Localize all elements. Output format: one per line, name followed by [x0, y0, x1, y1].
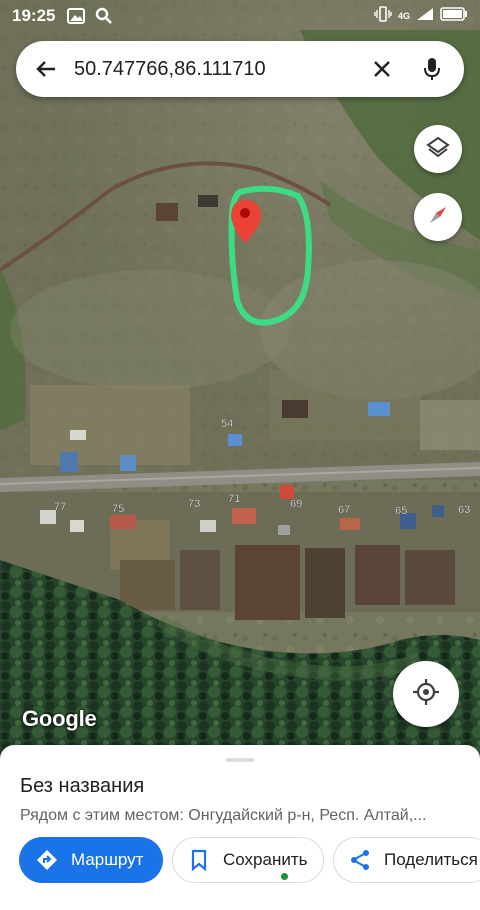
save-label: Сохранить [223, 850, 308, 869]
saved-indicator-dot [281, 873, 288, 880]
my-location-icon [412, 678, 440, 711]
sheet-drag-handle[interactable] [226, 758, 254, 762]
house-number-73: 73 [188, 498, 200, 510]
gallery-icon [67, 8, 86, 24]
house-number-54: 54 [221, 418, 233, 430]
layers-icon [426, 135, 450, 164]
route-button[interactable]: Маршрут [19, 837, 163, 883]
battery-icon [440, 6, 468, 26]
directions-icon [35, 848, 59, 872]
place-subtitle: Рядом с этим местом: Онгудайский р-н, Ре… [20, 807, 427, 824]
my-location-button[interactable] [393, 661, 459, 727]
google-attribution: Google [22, 706, 97, 731]
place-title: Без названия [20, 775, 145, 797]
signal-icon [416, 6, 434, 26]
status-time: 19:25 [12, 6, 56, 25]
share-icon [348, 848, 372, 872]
vibrate-icon [374, 5, 392, 27]
search-icon [95, 7, 113, 25]
house-number-71: 71 [228, 493, 240, 505]
house-number-65: 65 [395, 505, 407, 517]
bookmark-icon [187, 848, 211, 872]
house-number-77: 77 [54, 501, 66, 513]
search-query[interactable]: 50.747766,86.111710 [74, 58, 364, 81]
house-number-75: 75 [112, 503, 124, 515]
close-icon[interactable] [364, 51, 400, 87]
layers-button[interactable] [414, 125, 462, 173]
network-type: 4G [397, 10, 410, 21]
save-button[interactable]: Сохранить [172, 837, 324, 883]
search-bar[interactable]: 50.747766,86.111710 [16, 41, 464, 97]
place-sheet[interactable]: Без названия Рядом с этим местом: Онгуда… [0, 745, 480, 910]
compass-button[interactable] [414, 193, 462, 241]
house-number-67: 67 [338, 504, 350, 516]
house-number-63: 63 [458, 504, 470, 516]
share-button[interactable]: Поделиться [333, 837, 480, 883]
share-label: Поделиться [384, 850, 478, 869]
house-number-69: 69 [290, 498, 302, 510]
mic-icon[interactable] [414, 51, 450, 87]
back-arrow-icon[interactable] [30, 53, 62, 85]
status-bar: 19:25 4G [0, 0, 480, 32]
route-label: Маршрут [71, 850, 144, 869]
compass-icon [425, 202, 451, 233]
